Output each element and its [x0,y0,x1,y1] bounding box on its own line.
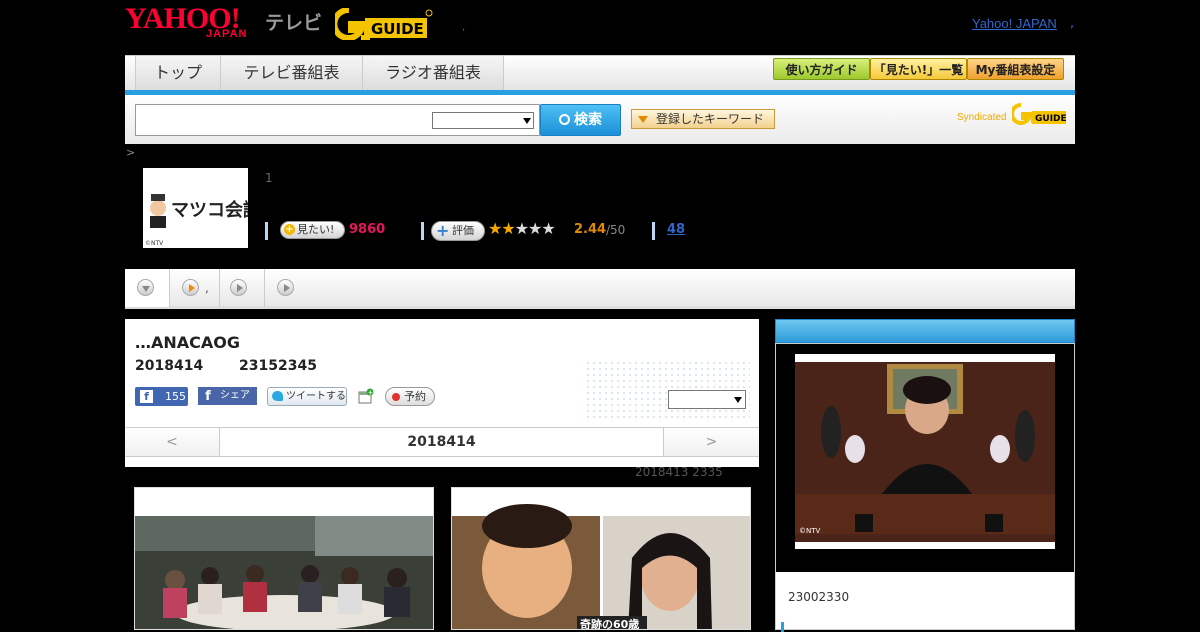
episode-title: …ANACAOG [135,333,241,352]
mitai-label: 見たい! [297,223,335,236]
play-circle-icon [182,279,199,296]
tab-reviews[interactable] [220,269,265,307]
rate-button[interactable]: + 評価 [431,221,485,241]
plus-icon: + [436,221,450,240]
tab-related[interactable] [265,269,295,307]
right-panel-time: 23002330 [788,590,850,604]
scene-image-restaurant-art [135,488,433,629]
twitter-bird-icon [272,391,283,401]
gguide-logo[interactable]: GUIDE [335,8,433,40]
facebook-like-count: 155 [165,390,186,403]
tv-label[interactable]: テレビ [265,8,322,35]
my-schedule-settings-button[interactable]: My番組表設定 [967,58,1064,80]
right-panel-accent [781,622,784,632]
nav-tab-radio-guide[interactable]: ラジオ番組表 [362,56,504,91]
prev-day-button[interactable]: < [125,428,220,456]
play-circle-icon [230,279,247,296]
chevron-down-icon [734,397,742,403]
svg-text:GUIDE: GUIDE [371,20,424,38]
syndicated-label: Syndicated [957,112,1007,123]
previous-broadcast-info: 2018413 2335 [635,465,723,479]
star-filled-icon: ★ [488,219,502,238]
facebook-share-button[interactable]: f シェア [198,387,257,405]
reserve-button[interactable]: 予約 [385,387,435,406]
triangle-down-icon [638,116,648,123]
svg-text:GUIDE: GUIDE [1035,114,1067,124]
star-empty-icon: ★ [528,219,542,238]
host-image[interactable]: ©NTV [795,354,1055,549]
search-button-label: 検索 [574,112,602,128]
mitai-list-button[interactable]: 「見たい!」一覧 [870,58,967,80]
divider [421,222,424,240]
usage-guide-button[interactable]: 使い方ガイド [773,58,870,80]
host-image-credit: ©NTV [799,527,821,535]
down-circle-icon [137,279,154,296]
rating-value: 2.44 [574,222,607,237]
scene-image-restaurant[interactable] [134,487,434,630]
breadcrumb: > [126,146,136,159]
plus-icon: + [284,224,295,235]
mitai-button[interactable]: + 見たい! [280,221,345,239]
reserve-label: 予約 [404,390,426,403]
current-date: 2018414 [407,434,476,450]
search-button[interactable]: 検索 [540,104,621,136]
episode-date: 2018414 [135,358,204,374]
record-dot-icon [392,393,400,401]
main-nav: トップ テレビ番組表 ラジオ番組表 使い方ガイド 「見たい!」一覧 My番組表設… [125,55,1075,91]
saved-keywords-label: 登録したキーワード [656,112,765,126]
star-empty-icon: ★ [514,219,529,238]
review-count-link[interactable]: 48 [667,222,685,237]
episode-number: 1 [265,171,273,185]
program-thumbnail[interactable]: マツコ会議 ©NTV [143,168,261,248]
program-thumb-credit: ©NTV [145,240,164,247]
header-separator: , [462,22,466,33]
tab-episodes[interactable]: , [170,269,220,307]
yahoo-logo-japan: JAPAN [206,28,248,40]
scene-image-interview[interactable]: 奇跡の60歳 [451,487,751,630]
rating-max: /50 [606,223,626,237]
scene-caption: 奇跡の60歳 [580,617,639,630]
right-panel-header [775,319,1075,343]
rate-label: 評価 [452,224,474,237]
episode-time: 23152345 [239,358,317,374]
chevron-down-icon [523,118,531,124]
facebook-icon: f [205,389,211,404]
tweet-label: ツイートする [286,391,346,402]
yahoo-japan-link[interactable]: Yahoo! JAPAN [972,16,1057,31]
program-logo-title: マツコ会議 [171,199,248,221]
facebook-icon: f [140,390,153,403]
host-image-art: ©NTV [795,354,1055,542]
play-circle-icon [277,279,294,296]
star-empty-icon: ★ [541,219,555,238]
star-filled-icon: ★ [501,219,515,238]
nav-tab-tv-guide[interactable]: テレビ番組表 [220,56,362,91]
date-navigation: < 2018414 > [125,427,759,457]
search-category-select[interactable] [432,112,534,129]
calendar-add-icon[interactable]: + [357,388,374,405]
episode-select[interactable] [668,390,746,409]
saved-keywords-button[interactable]: 登録したキーワード [631,109,775,129]
facebook-share-label: シェア [220,390,250,401]
next-day-button[interactable]: > [663,428,759,456]
search-icon [559,114,570,125]
nav-tab-top[interactable]: トップ [135,56,220,91]
syndicated-gguide-logo: GUIDE [1012,103,1067,125]
divider [265,222,268,240]
tweet-button[interactable]: ツイートする [267,387,347,406]
header-link-separator: , [1070,16,1075,31]
scene-image-interview-art: 奇跡の60歳 [452,488,750,630]
facebook-like-button[interactable]: f 155 [135,387,188,406]
tab-episodes-label: , [205,281,209,295]
divider [652,222,655,240]
tab-overview[interactable] [125,269,170,307]
program-logo: マツコ会議 ©NTV [145,194,261,247]
mitai-count: 9860 [349,222,386,237]
rating-stars: ★★★★★ [488,219,556,238]
svg-text:+: + [368,390,373,397]
program-tabs: , [125,269,1075,309]
